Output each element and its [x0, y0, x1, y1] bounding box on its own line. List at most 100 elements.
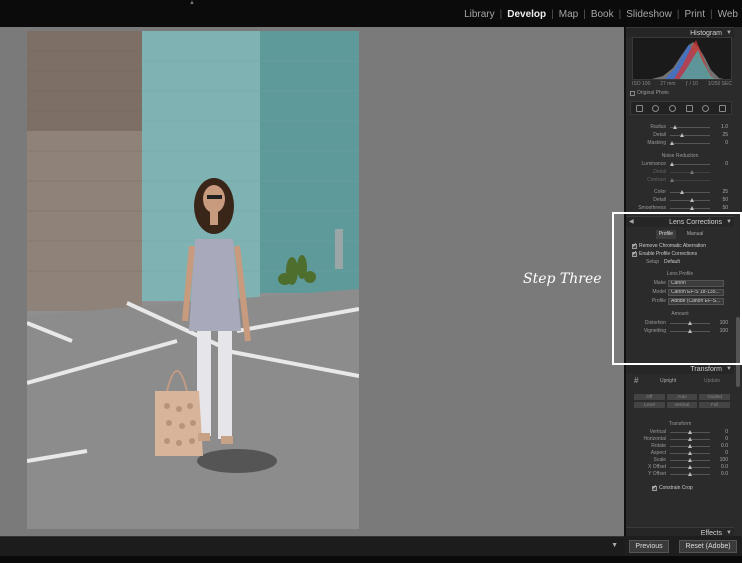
slider-value[interactable]: 0 [714, 450, 728, 456]
slider-track[interactable] [670, 198, 710, 202]
slider-track[interactable] [670, 430, 710, 434]
collapse-triangle-icon[interactable]: ▼ [726, 217, 732, 228]
slider-value[interactable]: 50 [714, 197, 728, 203]
constrain-crop-checkbox[interactable]: Constrain Crop [652, 484, 693, 491]
module-map[interactable]: Map [559, 9, 578, 20]
slider-value[interactable]: 0 [714, 140, 728, 146]
slider-knob[interactable] [680, 190, 684, 194]
original-photo-toggle[interactable]: Original Photo [630, 90, 669, 96]
tab-profile[interactable]: Profile [655, 230, 676, 239]
slider-value[interactable]: 25 [714, 132, 728, 138]
checkbox-icon[interactable] [652, 484, 657, 491]
toolbar-dropdown-icon[interactable]: ▼ [611, 542, 618, 549]
crop-tool-icon[interactable] [635, 104, 643, 112]
horizontal-slider[interactable]: Horizontal 0 [630, 436, 730, 443]
slider-track[interactable] [670, 321, 710, 325]
photo-preview[interactable] [27, 31, 359, 529]
slider-knob[interactable] [690, 206, 694, 210]
x-offset-slider[interactable]: X Offset 0.0 [630, 464, 730, 471]
tab-manual[interactable]: Manual [684, 230, 706, 239]
lens-corrections-header[interactable]: ◀ Lens Corrections ▼ [626, 216, 734, 227]
slider-knob[interactable] [680, 133, 684, 137]
setup-row[interactable]: Setup Default [646, 259, 742, 266]
upright-full-button[interactable]: Full [699, 402, 730, 408]
module-book[interactable]: Book [591, 9, 614, 20]
slider-knob[interactable] [690, 170, 694, 174]
slider-track[interactable] [670, 133, 710, 137]
luminance-contrast-slider[interactable]: Contrast [630, 177, 730, 184]
graduated-filter-icon[interactable] [685, 104, 693, 112]
reset-button[interactable]: Reset (Adobe) [679, 539, 737, 553]
slider-knob[interactable] [688, 321, 692, 325]
collapse-top-panel-icon[interactable]: ▲ [189, 0, 195, 6]
upright-off-button[interactable]: Off [634, 394, 665, 400]
transform-header[interactable]: Transform ▼ [626, 363, 734, 374]
color-detail-slider[interactable]: Detail 50 [630, 197, 730, 204]
slider-value[interactable]: 0 [714, 161, 728, 167]
module-slideshow[interactable]: Slideshow [626, 9, 672, 20]
slider-knob[interactable] [688, 430, 692, 434]
slider-track[interactable] [670, 444, 710, 448]
slider-track[interactable] [670, 472, 710, 476]
slider-track[interactable] [670, 465, 710, 469]
setup-dropdown[interactable]: Default [664, 259, 680, 265]
sharpen-detail-slider[interactable]: Detail 25 [630, 132, 730, 139]
radial-filter-icon[interactable] [702, 104, 710, 112]
spot-removal-tool-icon[interactable] [652, 104, 660, 112]
y-offset-slider[interactable]: Y Offset 0.0 [630, 471, 730, 478]
slider-knob[interactable] [688, 472, 692, 476]
slider-value[interactable]: 0 [714, 429, 728, 435]
slider-knob[interactable] [688, 437, 692, 441]
panel-scrollbar[interactable] [736, 317, 740, 387]
slider-value[interactable]: 0.0 [714, 443, 728, 449]
slider-track[interactable] [670, 170, 710, 174]
slider-value[interactable]: 25 [714, 189, 728, 195]
module-web[interactable]: Web [718, 9, 738, 20]
slider-value[interactable]: 100 [714, 320, 728, 326]
slider-knob[interactable] [688, 465, 692, 469]
slider-track[interactable] [670, 178, 710, 182]
slider-knob[interactable] [673, 125, 677, 129]
upright-grid-icon[interactable]: # [634, 377, 642, 385]
module-print[interactable]: Print [684, 9, 705, 20]
upright-vertical-button[interactable]: Vertical [666, 402, 698, 408]
slider-track[interactable] [670, 162, 710, 166]
checkbox-icon[interactable] [632, 250, 637, 257]
adjustment-brush-icon[interactable] [719, 104, 727, 112]
slider-value[interactable]: 0.0 [714, 471, 728, 477]
remove-chromatic-aberration-checkbox[interactable]: Remove Chromatic Aberration [632, 242, 706, 249]
make-dropdown[interactable]: Canon [668, 280, 724, 287]
slider-value[interactable]: 100 [714, 328, 728, 334]
module-library[interactable]: Library [464, 9, 495, 20]
slider-track[interactable] [670, 125, 710, 129]
slider-value[interactable]: 0.0 [714, 464, 728, 470]
upright-guided-button[interactable]: Guided [699, 394, 730, 400]
vignetting-slider[interactable]: Vignetting 100 [630, 328, 730, 335]
slider-knob[interactable] [688, 451, 692, 455]
slider-knob[interactable] [670, 178, 674, 182]
update-button[interactable]: Update [704, 378, 720, 384]
slider-knob[interactable] [688, 444, 692, 448]
scale-slider[interactable]: Scale 100 [630, 457, 730, 464]
enable-profile-corrections-checkbox[interactable]: Enable Profile Corrections [632, 250, 697, 257]
aspect-slider[interactable]: Aspect 0 [630, 450, 730, 457]
previous-button[interactable]: Previous [629, 539, 669, 553]
slider-knob[interactable] [670, 162, 674, 166]
module-develop[interactable]: Develop [507, 9, 546, 20]
slider-track[interactable] [670, 329, 710, 333]
slider-value[interactable]: 50 [714, 205, 728, 211]
slider-value[interactable]: 1.0 [714, 124, 728, 130]
model-dropdown[interactable]: Canon EF-S 18-135... [668, 289, 724, 296]
slider-track[interactable] [670, 206, 710, 210]
slider-knob[interactable] [690, 198, 694, 202]
slider-track[interactable] [670, 451, 710, 455]
slider-value[interactable]: 100 [714, 457, 728, 463]
luminance-detail-slider[interactable]: Detail [630, 169, 730, 176]
image-canvas[interactable]: Step Three [0, 27, 624, 536]
checkbox-icon[interactable] [630, 90, 635, 96]
radius-slider[interactable]: Radius 1.0 [630, 124, 730, 131]
upright-auto-button[interactable]: Auto [666, 394, 698, 400]
collapse-left-triangle-icon[interactable]: ◀ [629, 217, 634, 228]
distortion-slider[interactable]: Distortion 100 [630, 320, 730, 327]
upright-level-button[interactable]: Level [634, 402, 665, 408]
